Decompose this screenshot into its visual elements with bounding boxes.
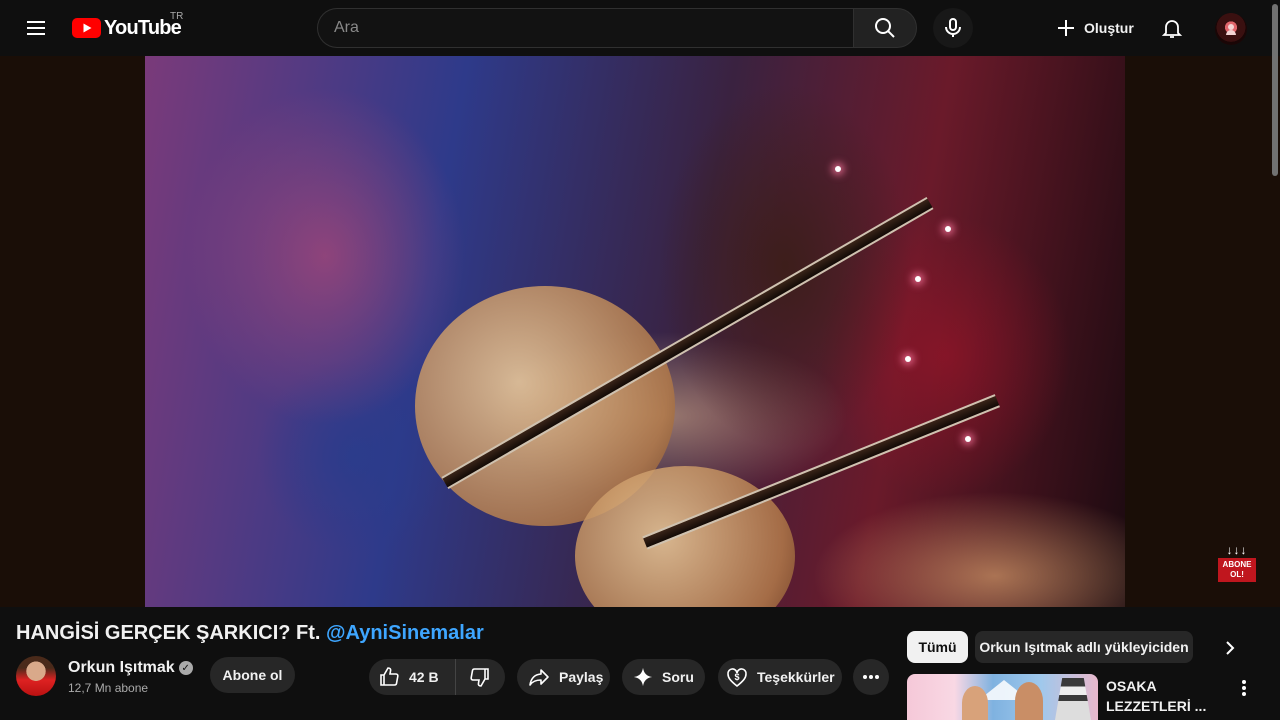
thanks-button[interactable]: $ Teşekkürler [718,659,842,695]
video-title: HANGİSİ GERÇEK ŞARKICI? Ft. @AyniSinemal… [16,622,484,645]
plus-icon [1058,20,1074,36]
account-avatar[interactable] [1215,13,1247,45]
thumb-up-icon [380,667,399,686]
search-button[interactable] [853,8,917,48]
like-count: 42 B [409,669,439,685]
subscribe-button[interactable]: Abone ol [210,657,295,693]
thumbnail-person [962,686,988,720]
create-button[interactable]: Oluştur [1044,8,1150,48]
video-player[interactable]: ↓↓↓ ABONE OL! [0,56,1280,607]
like-button[interactable]: 42 B [369,659,456,695]
masthead: YouTube TR Oluştur [0,0,1280,56]
chip-all[interactable]: Tümü [907,631,968,663]
video-title-text: HANGİSİ GERÇEK ŞARKICI? Ft. [16,622,327,644]
channel-name[interactable]: Orkun Işıtmak ✓ [68,659,193,677]
verified-icon: ✓ [178,661,193,675]
ask-label: Soru [662,669,694,685]
watermark-label: ABONE OL! [1218,558,1256,582]
search-box [317,8,854,48]
guide-menu-button[interactable] [16,8,56,48]
channel-name-text: Orkun Işıtmak [68,659,175,676]
recommendation-menu-button[interactable] [1232,676,1256,700]
share-label: Paylaş [559,669,604,685]
stage-light [905,356,911,362]
more-vertical-icon [1242,680,1246,696]
page-scrollbar[interactable] [1270,0,1280,720]
recommendation-title-line2: LEZZETLERİ ... [1106,698,1207,714]
mic-icon [945,18,961,37]
search-icon [875,18,895,38]
youtube-play-icon [72,18,101,38]
watermark-arrows: ↓↓↓ [1226,543,1248,557]
subscriber-count: 12,7 Mn abone [68,681,149,695]
youtube-logo[interactable]: YouTube TR [72,11,183,40]
create-label: Oluştur [1084,20,1134,36]
chevron-right-icon [1226,641,1235,655]
video-frame[interactable] [145,56,1125,607]
chip-from-uploader[interactable]: Orkun Işıtmak adlı yükleyiciden [975,631,1193,663]
thumb-down-icon [469,668,489,687]
stage-light [915,276,921,282]
title-mention-link[interactable]: @AyniSinemalar [326,622,484,644]
recommendation-title[interactable]: OSAKA LEZZETLERİ ... [1106,676,1216,716]
thanks-label: Teşekkürler [757,669,835,685]
search-input[interactable] [318,9,854,47]
bell-icon [1161,20,1183,38]
share-icon [529,669,549,686]
ask-button[interactable]: Soru [622,659,705,695]
stage-light [835,166,841,172]
menu-icon [27,21,45,35]
heart-dollar-icon: $ [727,668,747,688]
channel-avatar[interactable] [16,656,56,696]
thumbnail-castle [1055,678,1091,720]
sparkle-icon [633,667,653,687]
like-dislike-group: 42 B [369,659,505,695]
scrollbar-thumb[interactable] [1272,4,1278,176]
voice-search-button[interactable] [933,8,973,48]
recommendation-thumbnail[interactable] [907,674,1098,720]
channel-watermark[interactable]: ↓↓↓ ABONE OL! [1218,544,1256,584]
stage-light [945,226,951,232]
notifications-button[interactable] [1152,8,1192,48]
dislike-button[interactable] [456,659,504,695]
more-actions-button[interactable] [853,659,889,695]
stage-light [965,436,971,442]
recommendation-title-line1: OSAKA [1106,678,1157,694]
chip-next-button[interactable] [1217,636,1243,660]
country-code: TR [170,11,184,22]
thumbnail-person [1015,682,1043,720]
svg-text:$: $ [734,672,739,682]
share-button[interactable]: Paylaş [517,659,610,695]
avatar-icon [1226,24,1236,35]
more-horizontal-icon [863,675,879,679]
